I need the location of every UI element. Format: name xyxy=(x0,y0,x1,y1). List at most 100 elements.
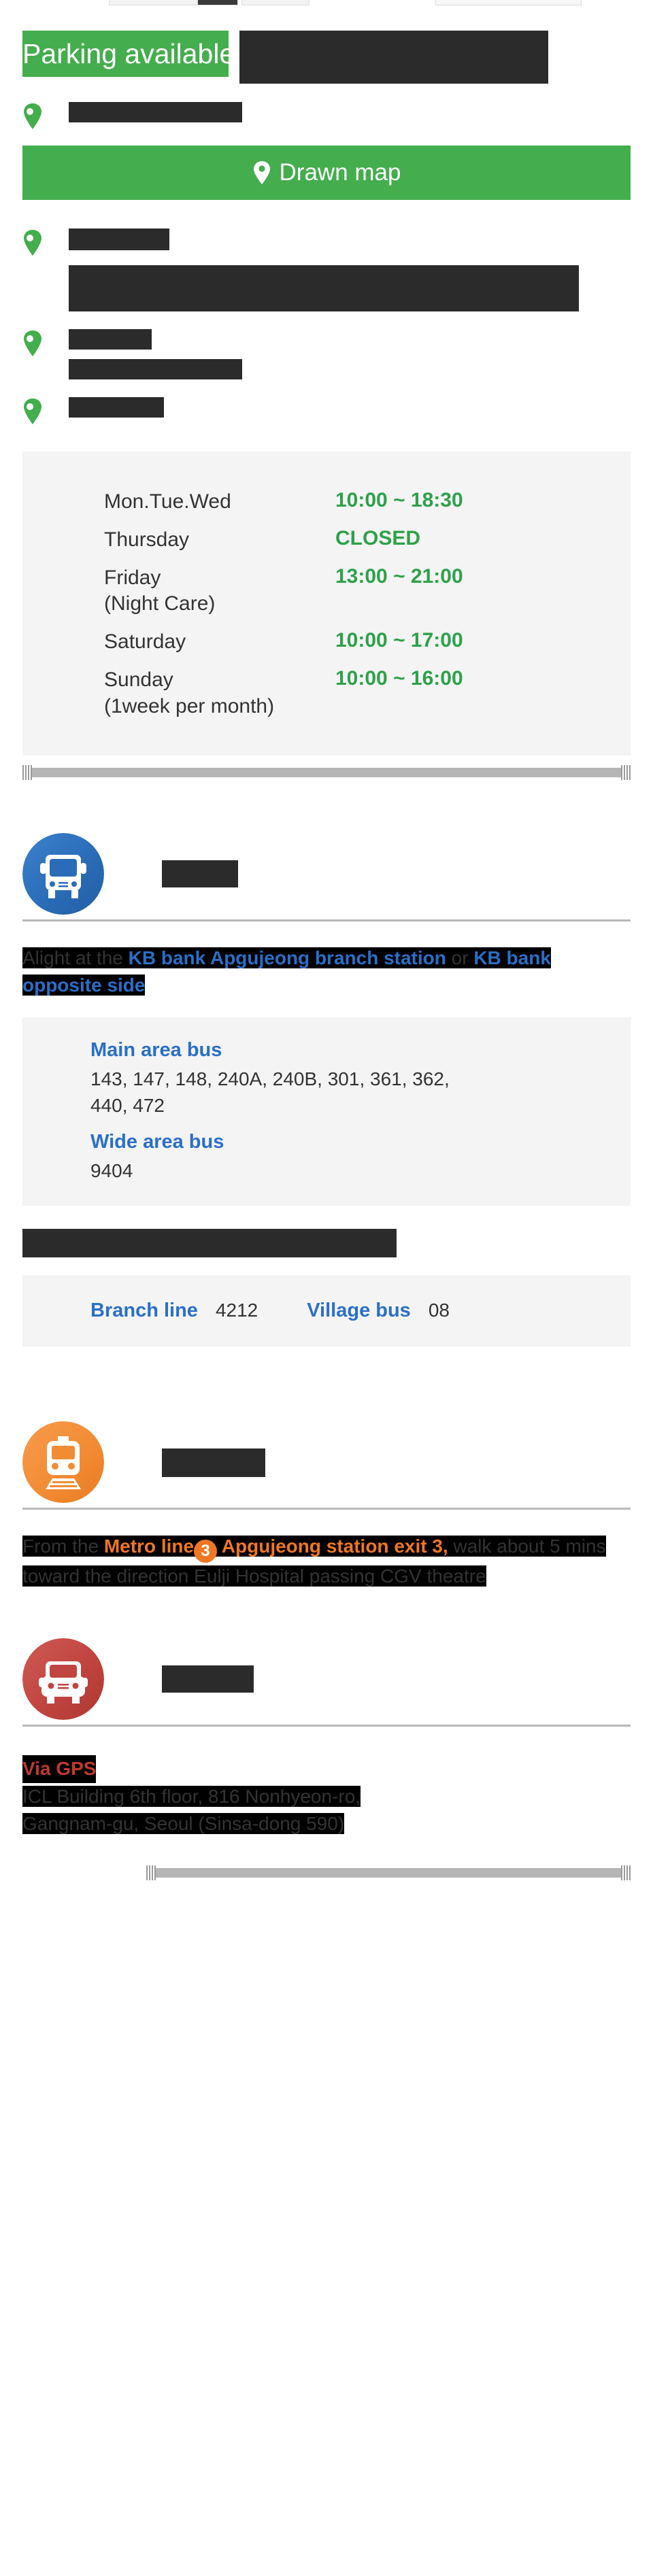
gps-title-wrapper: Via GPS xyxy=(22,1755,631,1783)
business-hours-table: Mon.Tue.Wed 10:00 ~ 18:30 Thursday CLOSE… xyxy=(104,483,463,726)
table-row: Sunday (1week per month) 10:00 ~ 16:00 xyxy=(104,661,463,725)
metro-line-number-badge: 3 xyxy=(194,1540,218,1563)
horizontal-scrollbar[interactable] xyxy=(22,764,631,780)
bus-numbers-wide: 9404 xyxy=(90,1160,133,1182)
hours-day-cell: Mon.Tue.Wed xyxy=(104,483,335,521)
hours-day-sublabel: (1week per month) xyxy=(104,694,275,717)
bus-category-main: Main area bus xyxy=(90,1038,222,1061)
car-header xyxy=(0,1638,653,1739)
hours-day-sublabel: (Night Care) xyxy=(104,592,216,615)
drawn-map-wrapper: Drawn map xyxy=(0,146,653,200)
gps-address-wrapper: ICL Building 6th floor, 816 Nonhyeon-ro,… xyxy=(22,1783,631,1838)
hours-day-cell: Saturday xyxy=(104,623,335,661)
hours-time-cell: CLOSED xyxy=(335,527,421,550)
redacted-subheading xyxy=(22,1229,397,1258)
divider xyxy=(22,919,631,921)
hours-day-cell: Sunday (1week per month) xyxy=(104,661,335,725)
transport-car-section: Via GPS ICL Building 6th floor, 816 Nonh… xyxy=(0,1638,653,1838)
hours-day-label: Friday xyxy=(104,566,161,590)
bus-title-redacted xyxy=(162,860,238,887)
transport-subway-section: From the Metro line 3 Apgujeong station e… xyxy=(0,1421,653,1591)
redacted-label xyxy=(69,102,242,122)
hours-day-label: Thursday xyxy=(104,528,190,552)
subway-title-redacted xyxy=(162,1448,265,1478)
hours-time-cell: 10:00 ~ 18:30 xyxy=(335,489,463,511)
scrollbar-track[interactable] xyxy=(32,767,621,777)
business-hours-card: Mon.Tue.Wed 10:00 ~ 18:30 Thursday CLOSE… xyxy=(22,452,631,756)
branch-line-label: Branch line xyxy=(90,1300,198,1322)
pin-section-1 xyxy=(0,102,653,129)
redacted-label xyxy=(69,228,169,250)
parking-row: Parking available xyxy=(0,24,653,84)
branch-line-value: 4212 xyxy=(215,1300,258,1321)
divider xyxy=(22,1725,631,1727)
village-bus-value: 08 xyxy=(428,1300,450,1321)
bus-icon xyxy=(22,832,104,915)
redacted-label xyxy=(69,397,164,418)
subway-station-label: Apgujeong station exit 3, xyxy=(217,1536,448,1557)
subway-header xyxy=(0,1421,653,1522)
redacted-paragraph xyxy=(69,265,579,311)
subway-directions-text: From the Metro line 3 Apgujeong station e… xyxy=(0,1533,653,1591)
gps-address-line-2: Gangnam-gu, Seoul (Sinsa-dong 590) xyxy=(22,1813,345,1835)
hours-time-cell: 10:00 ~ 16:00 xyxy=(335,667,463,690)
gps-address-line-1: ICL Building 6th floor, 816 Nonhyeon-ro, xyxy=(22,1785,361,1807)
hours-day-label: Saturday xyxy=(104,630,186,654)
directions-page: Parking available Drawn map Mon.Tue.Wed … xyxy=(0,0,653,1908)
bus-header xyxy=(0,832,653,934)
metro-line-label: Metro line xyxy=(103,1536,195,1557)
pin-section-2 xyxy=(0,228,653,256)
drawn-map-button[interactable]: Drawn map xyxy=(22,146,631,200)
bus-station-link-1[interactable]: KB bank Apgujeong branch station xyxy=(129,947,446,968)
map-pin-icon xyxy=(22,103,43,129)
map-pin-icon xyxy=(22,331,43,356)
gps-title: Via GPS xyxy=(22,1755,97,1783)
thumbnail-image[interactable] xyxy=(109,0,211,5)
thumbnail-image[interactable] xyxy=(241,0,309,5)
table-row: Thursday CLOSED xyxy=(104,521,463,559)
bus-desc-mid: or xyxy=(446,947,474,968)
scrollbar-track[interactable] xyxy=(156,1867,621,1878)
village-bus-label: Village bus xyxy=(307,1300,411,1322)
map-pin-icon xyxy=(252,161,271,184)
horizontal-scrollbar[interactable] xyxy=(146,1865,631,1880)
bus-routes-card: Main area bus 143, 147, 148, 240A, 240B,… xyxy=(22,1017,631,1206)
divider xyxy=(22,1508,631,1510)
redacted-text-block xyxy=(239,31,548,84)
pin-section-3 xyxy=(0,329,653,356)
thumbnail-image[interactable] xyxy=(197,0,238,5)
scrollbar-right-grip[interactable] xyxy=(621,764,631,780)
table-row: Mon.Tue.Wed 10:00 ~ 18:30 xyxy=(104,483,463,521)
redacted-subline-wrapper xyxy=(0,359,653,379)
bus-directions-text: Alight at the KB bank Apgujeong branch s… xyxy=(0,945,653,1000)
car-icon xyxy=(22,1638,104,1720)
parking-available-badge: Parking available xyxy=(22,31,235,77)
bus-numbers-main: 143, 147, 148, 240A, 240B, 301, 361, 362… xyxy=(90,1068,450,1117)
hours-time-cell: 10:00 ~ 17:00 xyxy=(335,629,463,652)
bus-category-wide: Wide area bus xyxy=(90,1131,224,1153)
top-thumbnail-strip xyxy=(0,0,653,7)
subway-icon xyxy=(22,1421,104,1504)
subway-desc-pre: From the xyxy=(22,1536,104,1557)
redacted-label xyxy=(69,329,152,350)
scrollbar-left-grip[interactable] xyxy=(22,764,32,780)
hours-day-label: Mon.Tue.Wed xyxy=(104,490,231,513)
redacted-subline xyxy=(69,359,242,379)
transport-bus-section: Alight at the KB bank Apgujeong branch s… xyxy=(0,832,653,1347)
table-row: Saturday 10:00 ~ 17:00 xyxy=(104,623,463,661)
hours-day-label: Sunday xyxy=(104,668,173,692)
bus-branch-village-card: Branch line 4212 Village bus 08 xyxy=(22,1275,631,1347)
drawn-map-button-label: Drawn map xyxy=(279,159,401,186)
hours-day-cell: Thursday xyxy=(104,521,335,559)
scrollbar-right-grip[interactable] xyxy=(621,1865,631,1880)
gps-directions: Via GPS ICL Building 6th floor, 816 Nonh… xyxy=(0,1755,653,1838)
bottom-scroll-wrapper xyxy=(0,1865,653,1880)
table-row: Friday (Night Care) 13:00 ~ 21:00 xyxy=(104,559,463,623)
hours-day-cell: Friday (Night Care) xyxy=(104,559,335,623)
thumbnail-image[interactable] xyxy=(435,0,582,5)
hours-time-cell: 13:00 ~ 21:00 xyxy=(335,565,463,588)
redacted-paragraph-wrapper xyxy=(0,265,653,311)
pin-section-4 xyxy=(0,397,653,424)
scrollbar-left-grip[interactable] xyxy=(146,1865,156,1880)
map-pin-icon xyxy=(22,230,43,256)
